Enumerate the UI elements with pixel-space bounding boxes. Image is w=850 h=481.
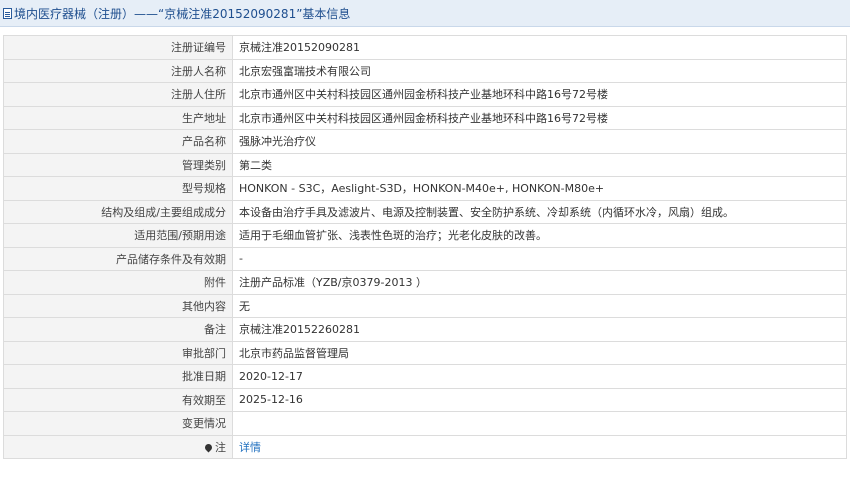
- row-label: 适用范围/预期用途: [3, 223, 233, 248]
- row-label: 注册证编号: [3, 35, 233, 60]
- pin-icon: [203, 442, 214, 453]
- page-header: 境内医疗器械（注册）——“京械注准20152090281”基本信息: [0, 0, 850, 27]
- note-label-cell: 注: [3, 434, 233, 459]
- row-value: 北京市通州区中关村科技园区通州园金桥科技产业基地环科中路16号72号楼: [232, 105, 847, 130]
- row-value: 2020-12-17: [232, 364, 847, 389]
- row-label: 管理类别: [3, 152, 233, 177]
- row-value: 本设备由治疗手具及滤波片、电源及控制装置、安全防护系统、冷却系统（内循环水冷，风…: [232, 199, 847, 224]
- table-row: 附件 注册产品标准（YZB/京0379-2013 ）: [3, 270, 847, 295]
- row-label: 备注: [3, 317, 233, 342]
- table-row: 有效期至 2025-12-16: [3, 387, 847, 412]
- page: 境内医疗器械（注册）——“京械注准20152090281”基本信息 注册证编号 …: [0, 0, 850, 481]
- table-row: 备注 京械注准20152260281: [3, 317, 847, 342]
- row-value: 北京市药品监督管理局: [232, 340, 847, 365]
- row-value: 第二类: [232, 152, 847, 177]
- table-row: 其他内容 无: [3, 293, 847, 318]
- table-row: 产品储存条件及有效期 -: [3, 246, 847, 271]
- row-label: 审批部门: [3, 340, 233, 365]
- row-label: 有效期至: [3, 387, 233, 412]
- table-row: 型号规格 HONKON - S3C，Aeslight-S3D，HONKON-M4…: [3, 176, 847, 201]
- info-table: 注册证编号 京械注准20152090281 注册人名称 北京宏强富瑞技术有限公司…: [3, 35, 847, 459]
- table-row: 注册人名称 北京宏强富瑞技术有限公司: [3, 58, 847, 83]
- row-label: 附件: [3, 270, 233, 295]
- row-label: 批准日期: [3, 364, 233, 389]
- row-value: 2025-12-16: [232, 387, 847, 412]
- row-value: 京械注准20152260281: [232, 317, 847, 342]
- table-row: 产品名称 强脉冲光治疗仪: [3, 129, 847, 154]
- row-value: 京械注准20152090281: [232, 35, 847, 60]
- row-value: [232, 411, 847, 436]
- row-label: 产品储存条件及有效期: [3, 246, 233, 271]
- details-link[interactable]: 详情: [239, 441, 261, 454]
- table-row: 批准日期 2020-12-17: [3, 364, 847, 389]
- row-label: 结构及组成/主要组成成分: [3, 199, 233, 224]
- note-value-cell: 详情: [232, 434, 847, 459]
- row-value: HONKON - S3C，Aeslight-S3D，HONKON-M40e+, …: [232, 176, 847, 201]
- table-row: 管理类别 第二类: [3, 152, 847, 177]
- row-label: 其他内容: [3, 293, 233, 318]
- row-value: 强脉冲光治疗仪: [232, 129, 847, 154]
- table-row: 适用范围/预期用途 适用于毛细血管扩张、浅表性色斑的治疗；光老化皮肤的改善。: [3, 223, 847, 248]
- row-label: 注册人住所: [3, 82, 233, 107]
- note-label: 注: [215, 440, 226, 454]
- table-row-note: 注 详情: [3, 434, 847, 459]
- row-label: 型号规格: [3, 176, 233, 201]
- row-value: 北京宏强富瑞技术有限公司: [232, 58, 847, 83]
- table-row: 生产地址 北京市通州区中关村科技园区通州园金桥科技产业基地环科中路16号72号楼: [3, 105, 847, 130]
- table-row: 结构及组成/主要组成成分 本设备由治疗手具及滤波片、电源及控制装置、安全防护系统…: [3, 199, 847, 224]
- table-row: 变更情况: [3, 411, 847, 436]
- row-value: 无: [232, 293, 847, 318]
- row-label: 变更情况: [3, 411, 233, 436]
- table-row: 审批部门 北京市药品监督管理局: [3, 340, 847, 365]
- row-label: 产品名称: [3, 129, 233, 154]
- document-icon: [3, 7, 12, 19]
- row-label: 生产地址: [3, 105, 233, 130]
- table-row: 注册人住所 北京市通州区中关村科技园区通州园金桥科技产业基地环科中路16号72号…: [3, 82, 847, 107]
- row-value: 适用于毛细血管扩张、浅表性色斑的治疗；光老化皮肤的改善。: [232, 223, 847, 248]
- row-value: -: [232, 246, 847, 271]
- table-row: 注册证编号 京械注准20152090281: [3, 35, 847, 60]
- row-value: 注册产品标准（YZB/京0379-2013 ）: [232, 270, 847, 295]
- row-value: 北京市通州区中关村科技园区通州园金桥科技产业基地环科中路16号72号楼: [232, 82, 847, 107]
- page-title: 境内医疗器械（注册）——“京械注准20152090281”基本信息: [14, 6, 351, 21]
- row-label: 注册人名称: [3, 58, 233, 83]
